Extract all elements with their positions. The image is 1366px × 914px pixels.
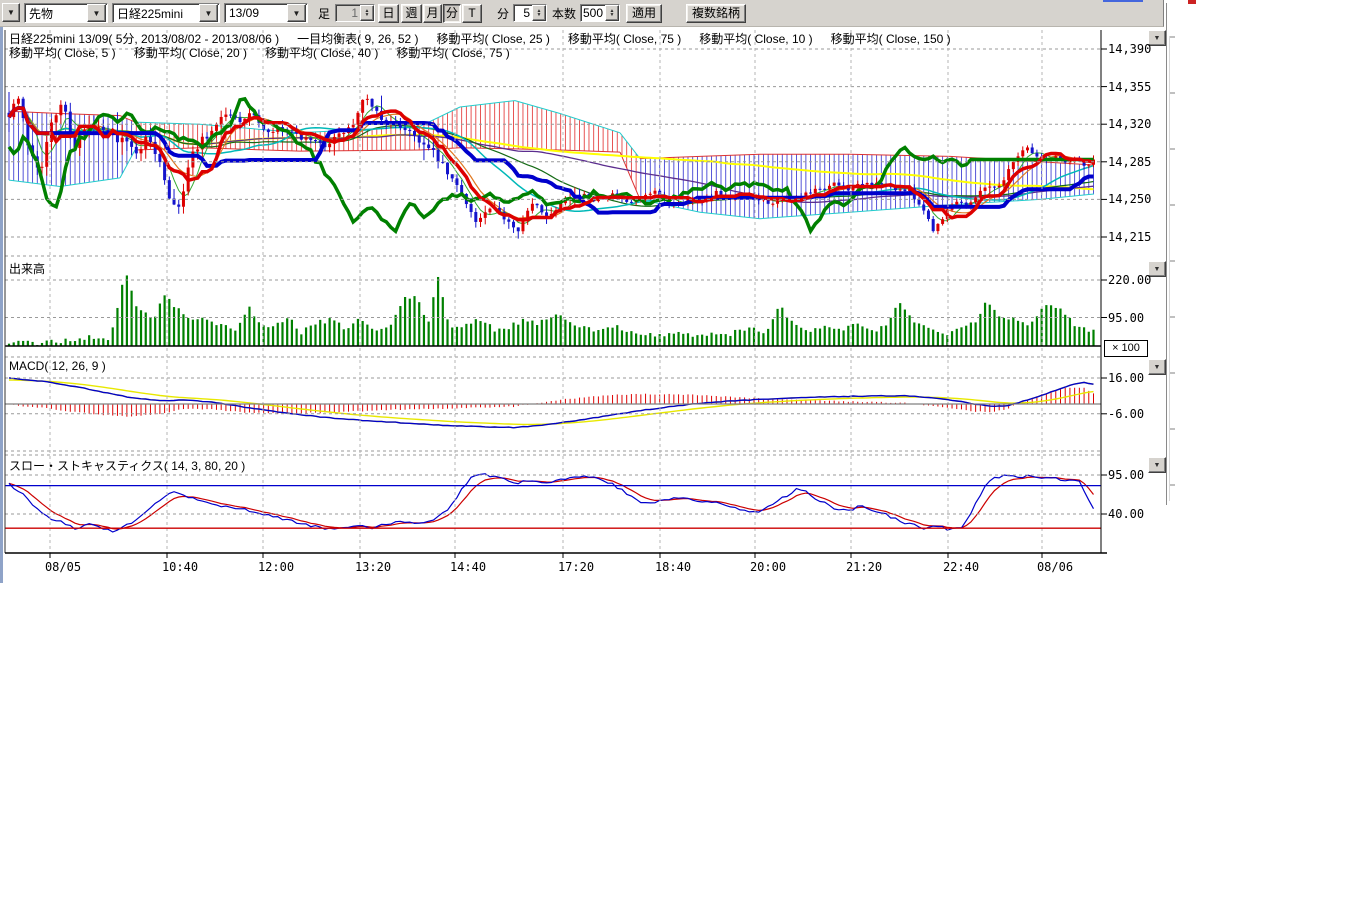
legend-item: 移動平均( Close, 10 ) bbox=[699, 32, 812, 46]
price-axis-tick: 14,390 bbox=[1108, 42, 1151, 56]
chevron-down-icon: ▼ bbox=[1154, 462, 1161, 469]
minute-value-spinner[interactable]: 5 ▲▼ bbox=[513, 4, 547, 22]
bar-interval-value: 1 bbox=[336, 5, 360, 21]
stoch-panel-menu-button[interactable]: ▼ bbox=[1148, 457, 1166, 473]
minute-button[interactable]: 分 bbox=[443, 4, 461, 23]
time-axis-tick: 13:20 bbox=[355, 560, 391, 574]
time-axis-tick: 08/06 bbox=[1037, 560, 1073, 574]
symbol-combobox[interactable]: 日経225mini ▼ bbox=[112, 3, 220, 23]
multi-symbol-button[interactable]: 複数銘柄 bbox=[686, 4, 746, 23]
price-chart-canvas[interactable] bbox=[0, 0, 1167, 590]
legend-row-2: 移動平均( Close, 5 ) 移動平均( Close, 20 ) 移動平均( C… bbox=[9, 44, 528, 61]
spinner-arrows-icon[interactable]: ▲▼ bbox=[605, 5, 619, 21]
price-axis-tick: 14,250 bbox=[1108, 192, 1151, 206]
legend-item: 移動平均( Close, 150 ) bbox=[831, 32, 951, 46]
toolbar: ▼ 先物 ▼ 日経225mini ▼ 13/09 ▼ 足 1 ▲▼ 日 週 月 … bbox=[0, 0, 1164, 27]
panel-right-divider bbox=[1166, 3, 1167, 505]
window-fragment-red bbox=[1188, 0, 1196, 4]
daily-button[interactable]: 日 bbox=[378, 4, 399, 23]
price-axis-tick: 14,215 bbox=[1108, 230, 1151, 244]
volume-axis-tick: 220.00 bbox=[1108, 273, 1151, 287]
monthly-button[interactable]: 月 bbox=[423, 4, 442, 23]
symbol-combobox-value: 日経225mini bbox=[113, 5, 199, 22]
price-axis-tick: 14,320 bbox=[1108, 117, 1151, 131]
contract-month-combobox[interactable]: 13/09 ▼ bbox=[224, 3, 308, 23]
left-border-strip bbox=[0, 26, 3, 583]
chevron-down-icon: ▼ bbox=[1154, 35, 1161, 42]
minute-unit-label: 分 bbox=[497, 5, 509, 23]
legend-item: 移動平均( Close, 75 ) bbox=[568, 32, 681, 46]
bar-type-label: 足 bbox=[318, 5, 330, 23]
minute-value: 5 bbox=[514, 5, 532, 21]
legend-item: 移動平均( Close, 5 ) bbox=[9, 46, 116, 60]
chevron-down-icon: ▼ bbox=[7, 8, 15, 17]
macd-panel-label: MACD( 12, 26, 9 ) bbox=[9, 359, 106, 373]
chevron-down-icon[interactable]: ▼ bbox=[199, 4, 218, 22]
legend-item: 移動平均( Close, 75 ) bbox=[396, 46, 509, 60]
bar-count-value: 500 bbox=[581, 5, 605, 21]
spinner-arrows-icon: ▲▼ bbox=[360, 5, 374, 21]
bar-count-label: 本数 bbox=[552, 5, 576, 23]
time-axis-tick: 20:00 bbox=[750, 560, 786, 574]
volume-multiplier-badge: × 100 bbox=[1104, 340, 1148, 357]
time-axis-tick: 18:40 bbox=[655, 560, 691, 574]
time-axis-tick: 12:00 bbox=[258, 560, 294, 574]
time-axis-tick: 10:40 bbox=[162, 560, 198, 574]
price-axis-tick: 14,355 bbox=[1108, 80, 1151, 94]
legend-item: 移動平均( Close, 40 ) bbox=[265, 46, 378, 60]
macd-axis-tick: 16.00 bbox=[1108, 371, 1144, 385]
chevron-down-icon: ▼ bbox=[1154, 266, 1161, 273]
window-fragment-blue bbox=[1103, 0, 1143, 2]
volume-panel-label: 出来高 bbox=[9, 260, 45, 277]
contract-month-combobox-value: 13/09 bbox=[225, 6, 287, 20]
price-axis-tick: 14,285 bbox=[1108, 155, 1151, 169]
time-axis-tick: 08/05 bbox=[45, 560, 81, 574]
apply-button[interactable]: 適用 bbox=[626, 4, 662, 23]
category-combobox[interactable]: 先物 ▼ bbox=[24, 3, 108, 23]
stoch-axis-tick: 40.00 bbox=[1108, 507, 1144, 521]
stoch-panel-label: スロー・ストキャスティクス( 14, 3, 80, 20 ) bbox=[9, 457, 245, 474]
toolbar-dropdown-button[interactable]: ▼ bbox=[2, 3, 20, 22]
spinner-arrows-icon[interactable]: ▲▼ bbox=[532, 5, 546, 21]
stoch-axis-tick: 95.00 bbox=[1108, 468, 1144, 482]
time-axis-tick: 14:40 bbox=[450, 560, 486, 574]
tick-button[interactable]: T bbox=[462, 4, 482, 23]
splitter-track[interactable] bbox=[1169, 36, 1175, 501]
category-combobox-value: 先物 bbox=[25, 5, 87, 22]
volume-axis-tick: 95.00 bbox=[1108, 311, 1144, 325]
bar-interval-spinner: 1 ▲▼ bbox=[335, 4, 375, 22]
macd-axis-tick: -6.00 bbox=[1108, 407, 1144, 421]
chevron-down-icon[interactable]: ▼ bbox=[287, 4, 306, 22]
time-axis-tick: 22:40 bbox=[943, 560, 979, 574]
chevron-down-icon[interactable]: ▼ bbox=[87, 4, 106, 22]
bar-count-spinner[interactable]: 500 ▲▼ bbox=[580, 4, 620, 22]
time-axis-tick: 21:20 bbox=[846, 560, 882, 574]
legend-item: 移動平均( Close, 20 ) bbox=[134, 46, 247, 60]
weekly-button[interactable]: 週 bbox=[401, 4, 422, 23]
time-axis-tick: 17:20 bbox=[558, 560, 594, 574]
chevron-down-icon: ▼ bbox=[1154, 364, 1161, 371]
macd-panel-menu-button[interactable]: ▼ bbox=[1148, 359, 1166, 375]
